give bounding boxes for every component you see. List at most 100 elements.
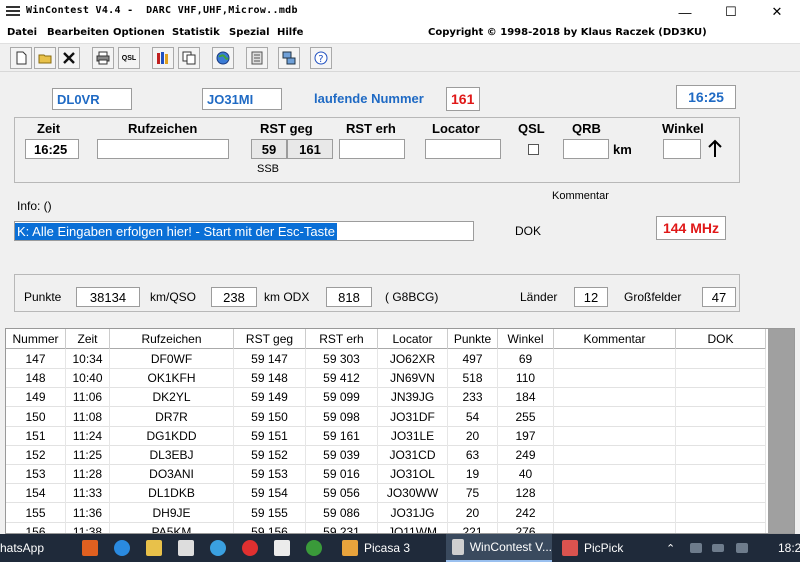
taskbar-wincontest[interactable]: WinContest V... [446,534,552,562]
open-file-button[interactable] [34,47,56,69]
store-icon[interactable] [178,534,200,562]
taskbar-whatsapp[interactable]: hatsApp [0,534,72,562]
table-cell: 156 [6,521,66,533]
menu-datei[interactable]: Datei [7,27,37,38]
list-button[interactable] [246,47,268,69]
column-header[interactable]: RST geg [234,329,306,349]
table-cell [676,349,766,369]
table-cell: DO3ANI [110,464,234,485]
battery-tray-icon[interactable] [712,534,730,562]
table-row[interactable]: 150 11:08 DR7R 59 150 59 098 JO31DF 54 255 [6,406,766,427]
tray-chevron-icon[interactable]: ⌃ [666,534,675,562]
app-menu-icon[interactable] [6,6,20,18]
table-row[interactable]: 155 11:36 DH9JE 59 155 59 086 JO31JG 20 242 [6,502,766,523]
table-cell: JO31CD [378,445,448,465]
table-cell [676,368,766,389]
new-file-button[interactable] [10,47,32,69]
rst-given-input[interactable]: 59 [251,139,287,159]
qso-log-table[interactable]: Nummer Zeit Rufzeichen RST geg RST erh L… [5,328,795,534]
menu-hilfe[interactable]: Hilfe [277,27,303,38]
table-row[interactable]: 149 11:06 DK2YL 59 149 59 099 JN39JG 233 184 [6,387,766,408]
table-row[interactable]: 153 11:28 DO3ANI 59 153 59 016 JO31OL 19 40 [6,464,766,485]
table-cell: 59 056 [306,483,378,504]
copy-button[interactable] [178,47,200,69]
cards-icon[interactable] [274,534,296,562]
table-cell [676,425,766,446]
table-cell: 11:33 [66,483,110,504]
menu-bearbeiten[interactable]: Bearbeiten [47,27,109,38]
list-icon [251,51,263,65]
menu-optionen[interactable]: Optionen [113,27,165,38]
table-row[interactable]: 147 10:34 DF0WF 59 147 59 303 JO62XR 497 69 [6,349,766,369]
table-row[interactable]: 148 10:40 OK1KFH 59 148 59 412 JN69VN 518 110 [6,368,766,389]
table-cell: 255 [498,406,554,427]
locator-input[interactable] [425,139,501,159]
table-cell: 497 [448,349,498,369]
rst-received-input[interactable] [339,139,405,159]
menu-spezial[interactable]: Spezial [229,27,270,38]
table-cell: 59 148 [234,368,306,389]
taskbar-clock[interactable]: 18:2 [778,534,800,562]
table-cell: 59 154 [234,483,306,504]
table-cell: DH9JE [110,502,234,523]
column-header[interactable]: Zeit [66,329,110,349]
edge-icon[interactable] [114,534,136,562]
table-cell: 75 [448,483,498,504]
table-cell [554,502,676,523]
table-header: Nummer Zeit Rufzeichen RST geg RST erh L… [6,329,766,349]
table-cell: JO11WM [378,521,448,533]
print-button[interactable] [92,47,114,69]
table-cell [554,445,676,465]
vertical-scrollbar[interactable] [768,329,794,533]
qrb-input[interactable] [563,139,609,159]
volume-tray-icon[interactable] [736,534,754,562]
maximize-button[interactable]: ☐ [708,0,754,24]
delete-button[interactable] [58,47,80,69]
table-cell: JN69VN [378,368,448,389]
statistics-button[interactable] [152,47,174,69]
column-header[interactable]: DOK [676,329,766,349]
table-row[interactable]: 156 11:38 PA5KM 59 156 59 231 JO11WM 221 276 [6,521,766,533]
table-cell: JO31OL [378,464,448,485]
table-cell [676,464,766,485]
column-header[interactable]: Kommentar [554,329,676,349]
qsl-button[interactable]: QSL [118,47,140,69]
globe-icon [216,51,230,65]
command-input-text: K: Alle Eingaben erfolgen hier! - Start … [15,222,337,240]
network-tray-icon[interactable] [690,534,708,562]
toolbar: QSL ? [0,44,800,72]
column-header[interactable]: RST erh [306,329,378,349]
close-button[interactable]: ✕ [754,0,800,24]
menu-statistik[interactable]: Statistik [172,27,220,38]
network-button[interactable] [278,47,300,69]
table-row[interactable]: 151 11:24 DG1KDD 59 151 59 161 JO31LE 20 197 [6,425,766,446]
column-header[interactable]: Rufzeichen [110,329,234,349]
taskbar-picpick[interactable]: PicPick [556,534,656,562]
column-header[interactable]: Winkel [498,329,554,349]
taskbar-picasa[interactable]: Picasa 3 [336,534,436,562]
table-cell [676,483,766,504]
time-input[interactable]: 16:25 [25,139,79,159]
table-cell: 59 086 [306,502,378,523]
mail-icon[interactable] [82,534,104,562]
help-button[interactable]: ? [310,47,332,69]
table-row[interactable]: 152 11:25 DL3EBJ 59 152 59 039 JO31CD 63 249 [6,445,766,465]
callsign-input[interactable] [97,139,229,159]
globe-button[interactable] [212,47,234,69]
table-cell [676,445,766,465]
angle-input[interactable] [663,139,701,159]
app-icon[interactable] [306,534,328,562]
table-row[interactable]: 154 11:33 DL1DKB 59 154 59 056 JO30WW 75 128 [6,483,766,504]
table-cell: 233 [448,387,498,408]
command-input[interactable]: K: Alle Eingaben erfolgen hier! - Start … [14,221,474,241]
app-icon[interactable] [210,534,232,562]
minimize-button[interactable]: — [662,0,708,24]
vivaldi-icon[interactable] [242,534,264,562]
column-header[interactable]: Locator [378,329,448,349]
qsl-checkbox[interactable] [528,144,539,155]
table-cell: 59 151 [234,425,306,446]
column-header[interactable]: Nummer [6,329,66,349]
column-header[interactable]: Punkte [448,329,498,349]
table-cell: 59 231 [306,521,378,533]
explorer-icon[interactable] [146,534,168,562]
